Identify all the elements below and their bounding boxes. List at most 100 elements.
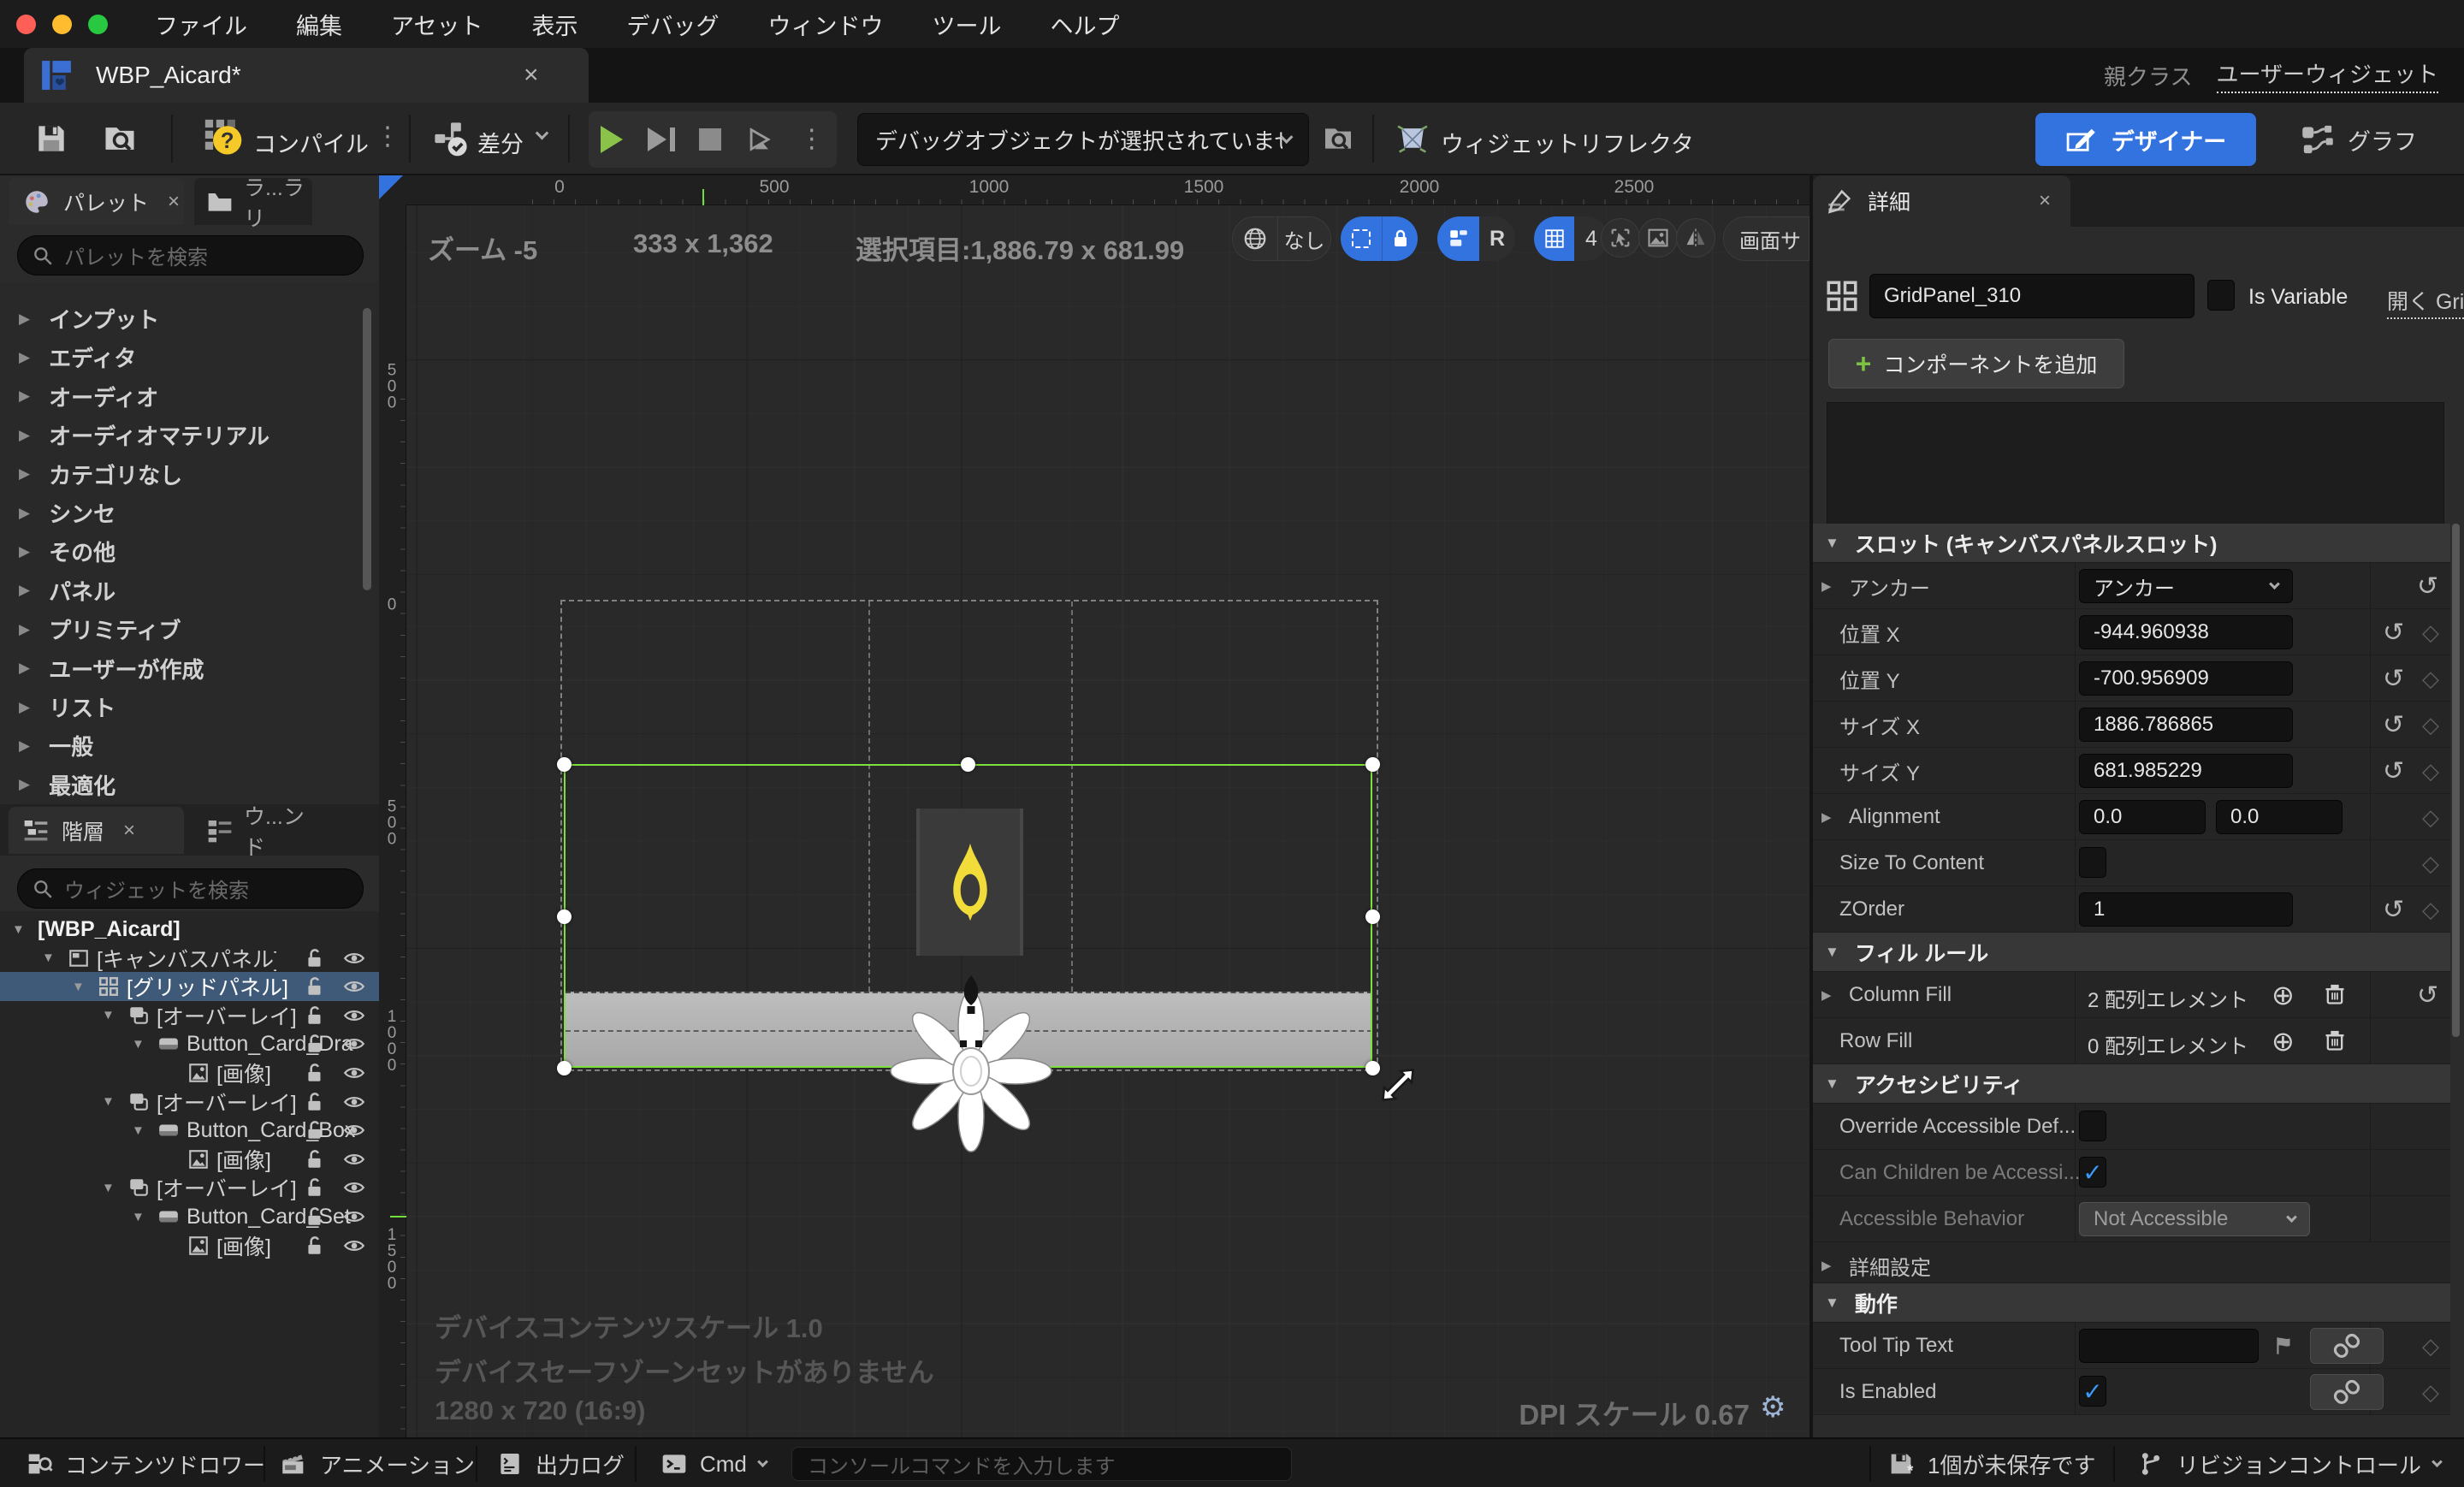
tab-palette[interactable]: パレット × bbox=[9, 178, 184, 225]
screen-size-dropdown[interactable]: 画面サ bbox=[1723, 216, 1810, 261]
reset-to-default-icon[interactable]: ↺ bbox=[2383, 710, 2404, 740]
value-input[interactable]: -944.960938 bbox=[2079, 615, 2293, 649]
compile-options-icon[interactable]: ⋮ bbox=[375, 124, 400, 150]
collapse-arrow-icon[interactable]: ▼ bbox=[1825, 1294, 1839, 1312]
property-diamond-icon[interactable]: ◇ bbox=[2422, 850, 2439, 877]
add-element-icon[interactable]: ⊕ bbox=[2272, 1025, 2295, 1057]
bind-button[interactable] bbox=[2310, 1328, 2384, 1364]
value-input[interactable]: -700.956909 bbox=[2079, 661, 2293, 696]
property-diamond-icon[interactable]: ◇ bbox=[2422, 712, 2439, 738]
tooltip-input[interactable] bbox=[2079, 1329, 2259, 1363]
property-diamond-icon[interactable]: ◇ bbox=[2422, 619, 2439, 646]
value-input-x[interactable]: 0.0 bbox=[2079, 800, 2206, 834]
menu-ツール[interactable]: ツール bbox=[932, 8, 1001, 41]
reset-to-default-icon[interactable]: ↺ bbox=[2383, 756, 2404, 786]
palette-category[interactable]: ▶インプット bbox=[0, 299, 379, 338]
expand-arrow-icon[interactable]: ▶ bbox=[1821, 809, 1832, 825]
section-header[interactable]: ▼アクセシビリティ bbox=[1813, 1064, 2450, 1104]
section-header[interactable]: ▼フィル ルール bbox=[1813, 933, 2450, 972]
menu-編集[interactable]: 編集 bbox=[296, 8, 342, 41]
widget-name-field[interactable]: GridPanel_310 bbox=[1869, 274, 2194, 318]
expand-arrow-icon[interactable]: ▼ bbox=[72, 980, 85, 994]
expand-arrow-icon[interactable]: ▶ bbox=[19, 349, 30, 366]
trash-icon[interactable] bbox=[2323, 1028, 2347, 1052]
tree-row[interactable]: ▼[オーバーレイ] bbox=[0, 1001, 379, 1030]
diff-icon[interactable] bbox=[432, 120, 470, 157]
details-tab-close-icon[interactable]: × bbox=[2039, 189, 2051, 213]
expand-arrow-icon[interactable]: ▶ bbox=[19, 311, 30, 328]
play-options-icon[interactable]: ⋮ bbox=[799, 127, 825, 152]
menu-表示[interactable]: 表示 bbox=[531, 8, 578, 41]
menu-アセット[interactable]: アセット bbox=[391, 8, 483, 41]
collapse-arrow-icon[interactable]: ▼ bbox=[1825, 1075, 1839, 1093]
palette-category[interactable]: ▶一般 bbox=[0, 726, 379, 765]
resize-handle-ne[interactable] bbox=[1365, 757, 1380, 772]
checkbox[interactable]: ✓ bbox=[2079, 1157, 2106, 1188]
collapse-arrow-icon[interactable]: ▼ bbox=[1825, 944, 1839, 961]
expand-arrow-icon[interactable]: ▶ bbox=[19, 582, 30, 599]
expand-arrow-icon[interactable]: ▼ bbox=[102, 1181, 115, 1195]
expand-arrow-icon[interactable]: ▶ bbox=[19, 505, 30, 522]
expand-arrow-icon[interactable]: ▼ bbox=[132, 1037, 145, 1052]
expand-arrow-icon[interactable]: ▼ bbox=[12, 922, 25, 937]
diff-button[interactable]: 差分 bbox=[477, 126, 524, 159]
palette-category[interactable]: ▶オーディオマテリアル bbox=[0, 416, 379, 454]
hierarchy-search-input[interactable]: ウィジェットを検索 bbox=[17, 868, 364, 909]
value-input[interactable]: 1886.786865 bbox=[2079, 708, 2293, 742]
tab-wbp-aicard[interactable]: WBP_Aicard* × bbox=[24, 48, 589, 103]
property-diamond-icon[interactable]: ◇ bbox=[2422, 1379, 2439, 1406]
expand-arrow-icon[interactable]: ▶ bbox=[1821, 987, 1832, 1003]
content-drawer-button[interactable]: コンテンツドロワー bbox=[24, 1439, 265, 1487]
tree-row[interactable]: ▼[WBP_Aicard] bbox=[0, 915, 379, 944]
palette-category[interactable]: ▶最適化 bbox=[0, 766, 379, 804]
property-diamond-icon[interactable]: ◇ bbox=[2422, 897, 2439, 923]
visibility-eye-icon[interactable] bbox=[341, 1235, 367, 1257]
tree-row[interactable]: ▼Button_Card_Dra bbox=[0, 1029, 379, 1058]
reset-to-default-icon[interactable]: ↺ bbox=[2417, 980, 2438, 1010]
revision-control-dropdown[interactable]: リビジョンコントロール bbox=[2137, 1439, 2441, 1487]
lock-icon[interactable] bbox=[304, 1033, 326, 1055]
resize-handle-e[interactable] bbox=[1365, 909, 1380, 924]
lock-icon[interactable] bbox=[304, 1119, 326, 1141]
checkbox[interactable]: ✓ bbox=[2079, 1376, 2106, 1407]
palette-category[interactable]: ▶リスト bbox=[0, 688, 379, 726]
lock-icon[interactable] bbox=[304, 1206, 326, 1228]
checkbox[interactable] bbox=[2079, 847, 2106, 878]
expand-arrow-icon[interactable]: ▶ bbox=[19, 465, 30, 483]
expand-arrow-icon[interactable]: ▶ bbox=[19, 427, 30, 444]
palette-category[interactable]: ▶オーディオ bbox=[0, 377, 379, 416]
section-header[interactable]: ▼スロット (キャンバスパネルスロット) bbox=[1813, 524, 2450, 563]
resize-handle-sw[interactable] bbox=[557, 1061, 572, 1075]
tree-row[interactable]: ▼[グリッドパネル] bbox=[0, 972, 379, 1001]
expand-arrow-icon[interactable]: ▶ bbox=[1821, 1258, 1832, 1273]
visibility-eye-icon[interactable] bbox=[341, 1176, 367, 1199]
visibility-eye-icon[interactable] bbox=[341, 1091, 367, 1113]
visibility-eye-icon[interactable] bbox=[341, 1206, 367, 1228]
compile-button[interactable]: コンパイル bbox=[253, 126, 369, 159]
reset-to-default-icon[interactable]: ↺ bbox=[2383, 618, 2404, 648]
tree-row[interactable]: ▼[キャンバスパネル] bbox=[0, 944, 379, 973]
palette-category[interactable]: ▶パネル bbox=[0, 572, 379, 610]
menu-ウィンドウ[interactable]: ウィンドウ bbox=[767, 8, 883, 41]
animation-button[interactable]: アニメーション bbox=[279, 1439, 475, 1487]
tree-row[interactable]: [画像] bbox=[0, 1231, 379, 1260]
lock-icon[interactable] bbox=[304, 1235, 326, 1257]
reset-to-default-icon[interactable]: ↺ bbox=[2383, 895, 2404, 925]
hierarchy-tab-close-icon[interactable]: × bbox=[123, 819, 135, 843]
expand-arrow-icon[interactable]: ▼ bbox=[102, 1094, 115, 1109]
tab-window[interactable]: ウ...ンド bbox=[194, 807, 323, 854]
parent-class-link[interactable]: ユーザーウィジェット bbox=[2217, 57, 2438, 93]
visibility-eye-icon[interactable] bbox=[341, 1062, 367, 1084]
reset-to-default-icon[interactable]: ↺ bbox=[2417, 572, 2438, 601]
menu-ヘルプ[interactable]: ヘルプ bbox=[1050, 8, 1119, 41]
flip-preview-button[interactable] bbox=[1676, 218, 1715, 258]
anchor-medallion-widget[interactable] bbox=[890, 973, 1052, 1170]
add-component-button[interactable]: + コンポーネントを追加 bbox=[1828, 339, 2124, 388]
expand-arrow-icon[interactable]: ▼ bbox=[132, 1123, 145, 1138]
expand-arrow-icon[interactable]: ▶ bbox=[19, 699, 30, 716]
expand-arrow-icon[interactable]: ▶ bbox=[19, 738, 30, 755]
play-button[interactable] bbox=[601, 126, 623, 153]
cmd-dropdown[interactable]: Cmd bbox=[660, 1439, 767, 1487]
lock-icon[interactable] bbox=[304, 1148, 326, 1170]
dropdown[interactable]: アンカー bbox=[2079, 569, 2293, 603]
